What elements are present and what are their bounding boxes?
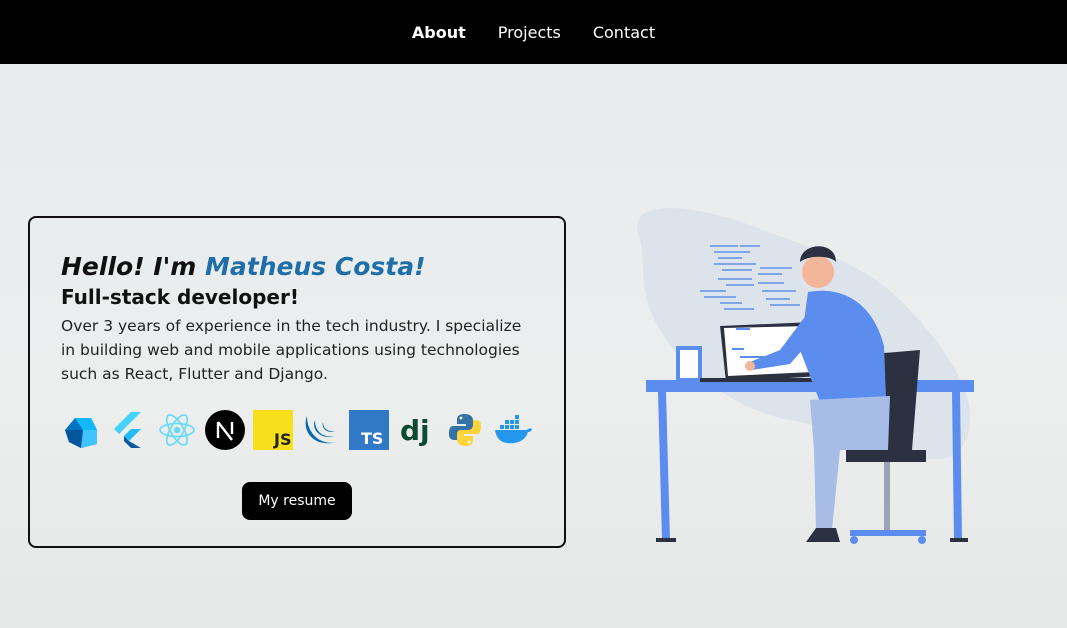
javascript-icon: JS [253,410,293,450]
greeting-heading: Hello! I'm Matheus Costa! [61,252,533,282]
react-icon [157,410,197,450]
python-icon [445,410,485,450]
typescript-icon: TS [349,410,389,450]
nav-about-link[interactable]: About [412,23,466,42]
dart-icon [61,410,101,450]
my-resume-button[interactable]: My resume [242,482,352,520]
django-icon: dj [397,410,437,450]
nav-projects-link[interactable]: Projects [498,23,561,42]
top-nav: About Projects Contact [0,0,1067,64]
developer-name: Matheus Costa! [205,252,426,281]
nav-contact-link[interactable]: Contact [593,23,655,42]
greeting-text: Hello! I'm [61,252,206,281]
svg-text:TS: TS [361,429,383,448]
developer-illustration [600,150,1000,570]
tech-stack-icons: JS TS dj [61,410,533,450]
role-title: Full-stack developer! [61,285,299,309]
docker-icon [493,410,533,450]
svg-text:JS: JS [273,430,291,449]
nextjs-icon [205,410,245,450]
jquery-icon [301,410,341,450]
svg-text:dj: dj [400,414,430,447]
flutter-icon [109,410,149,450]
intro-card: Hello! I'm Matheus Costa! Full-stack dev… [28,216,566,548]
intro-description: Over 3 years of experience in the tech i… [61,317,522,383]
